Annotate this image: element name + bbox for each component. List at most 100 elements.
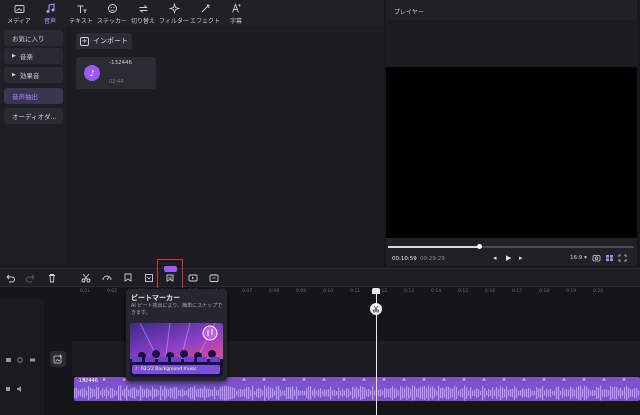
player-canvas-top [386, 20, 637, 67]
media-panel: + インポート ♪ -132446 02:44 [68, 26, 384, 266]
expand-arrow-icon: ▶ [12, 72, 16, 78]
grid-icon[interactable] [605, 254, 614, 262]
undo-icon[interactable] [4, 272, 16, 284]
player-title: プレイヤー [394, 9, 424, 16]
ruler-tick-label: 0:17 [512, 289, 523, 294]
track-headers [0, 298, 44, 415]
tab-label: 字幕 [229, 18, 242, 25]
music-tag: ♪ 02:22 Background music [132, 365, 220, 374]
speed-icon[interactable] [101, 272, 113, 284]
filter-icon [167, 3, 181, 14]
video-track-controls [6, 357, 35, 363]
time-separator: / [414, 256, 416, 262]
scrubber-handle[interactable] [477, 244, 483, 249]
audio-track-controls [6, 386, 21, 392]
aspect-ratio-value: 16:9 [570, 255, 583, 261]
ruler-tick-label: 0:10 [323, 289, 334, 294]
top-tab-bar: メディア 音声 テキスト ステッカー 切り替え フィルター エフェクト 字幕 [0, 0, 384, 26]
tab-label: ステッカー [97, 18, 128, 25]
expand-arrow-icon: ▶ [12, 53, 16, 59]
redo-icon[interactable] [25, 272, 37, 284]
audio-lock-icon [6, 387, 10, 391]
tab-sticker[interactable]: ステッカー [97, 0, 127, 26]
tab-label: テキスト [69, 18, 93, 25]
tab-label: エフェクト [190, 18, 221, 25]
prev-frame-icon[interactable]: ◂ [493, 254, 497, 262]
import-label: インポート [93, 37, 128, 45]
tab-label: フィルター [159, 18, 189, 25]
nav-item[interactable]: ▶ 効果音 [4, 67, 63, 83]
tab-transition[interactable]: 切り替え [128, 0, 158, 26]
tab-caption[interactable]: 字幕 [221, 0, 251, 26]
ruler-tick-label: 0:08 [269, 289, 280, 294]
music-note-icon [43, 3, 57, 14]
tab-filter[interactable]: フィルター [159, 0, 189, 26]
visibility-icon [17, 357, 23, 363]
ruler-tick-label: 0:01 [80, 289, 91, 294]
tab-text[interactable]: テキスト [66, 0, 96, 26]
tab-label: 音声 [43, 18, 56, 25]
nav-item-label: 音楽 [19, 53, 33, 61]
ruler-tick-label: 0:18 [539, 289, 550, 294]
tooltip-preview-image: ♪ 02:22 Background music [130, 323, 223, 377]
screenshot-icon[interactable] [592, 254, 601, 262]
ruler-tick-label: 0:07 [242, 289, 253, 294]
video-editor-app: メディア 音声 テキスト ステッカー 切り替え フィルター エフェクト 字幕 お気に入り ▶ 音楽… [0, 0, 640, 415]
marker-icon[interactable] [122, 272, 134, 284]
text-icon [74, 3, 88, 14]
audio-asset-card[interactable]: ♪ -132446 02:44 [76, 57, 156, 89]
audio-clip-name: -132446 [77, 378, 98, 384]
playhead-handle[interactable] [372, 288, 380, 294]
timeline[interactable]: 0:010:020:030:040:050:060:070:080:090:10… [0, 288, 640, 415]
player-panel: プレイヤー 00:10:59 / 00:29:29 ◂ ▶ ▸ 16:9 ▾ [386, 0, 637, 266]
nav-item-label: 音声抽出 [12, 93, 38, 101]
tooltip-title: ビートマーカー [131, 294, 180, 302]
current-time: 00:10:59 [392, 256, 417, 262]
ruler-tick-label: 0:16 [485, 289, 496, 294]
tab-media[interactable]: メディア [4, 0, 34, 26]
video-preview[interactable] [386, 67, 637, 238]
playhead-split-button[interactable] [370, 303, 382, 315]
freeze-frame-icon[interactable] [208, 272, 220, 284]
play-icon[interactable]: ▶ [506, 254, 511, 262]
lock-icon [6, 358, 11, 362]
audio-category-nav: お気に入り ▶ 音楽 ▶ 効果音 音声抽出 オーディオダ... [0, 26, 67, 266]
aspect-ratio-select[interactable]: 16:9 ▾ [570, 255, 587, 261]
delete-icon[interactable] [46, 272, 58, 284]
ruler-tick-label: 0:15 [458, 289, 469, 294]
tab-music-note[interactable]: 音声 [35, 0, 65, 26]
nav-item[interactable]: オーディオダ... [4, 108, 63, 124]
nav-item-label: オーディオダ... [12, 113, 57, 121]
tab-label: メディア [7, 18, 31, 25]
asset-duration: 02:44 [109, 79, 124, 85]
import-button[interactable]: + インポート [76, 33, 132, 49]
add-media-button[interactable] [50, 351, 66, 367]
sticker-icon [105, 3, 119, 14]
mute-icon [30, 358, 35, 362]
nav-item-label: お気に入り [12, 35, 45, 43]
ruler-tick-label: 0:19 [566, 289, 577, 294]
transition-icon [136, 3, 150, 14]
edit-toolbar [0, 268, 640, 287]
record-icon[interactable] [187, 272, 199, 284]
ruler-tick-label: 0:20 [593, 289, 604, 294]
effect-icon [198, 3, 212, 14]
scissors-icon [372, 305, 380, 313]
plus-icon: + [80, 36, 89, 46]
total-time: 00:29:29 [420, 256, 445, 262]
ruler-tick-label: 0:13 [404, 289, 415, 294]
tab-effect[interactable]: エフェクト [190, 0, 220, 26]
nav-item[interactable]: ▶ 音楽 [4, 48, 63, 64]
player-scrubber[interactable] [388, 244, 634, 249]
next-frame-icon[interactable]: ▸ [519, 254, 523, 262]
split-scissors-icon[interactable] [80, 272, 92, 284]
nav-item[interactable]: 音声抽出 [4, 88, 63, 104]
add-image-icon [53, 354, 62, 364]
music-note-icon: ♪ [84, 65, 100, 81]
nav-item[interactable]: お気に入り [4, 30, 63, 46]
tab-label: 切り替え [130, 18, 155, 25]
crop-icon[interactable] [143, 272, 155, 284]
music-tag-label: 02:22 Background music [140, 367, 197, 372]
fullscreen-icon[interactable] [618, 254, 627, 262]
music-note-icon: ♪ [135, 367, 138, 372]
